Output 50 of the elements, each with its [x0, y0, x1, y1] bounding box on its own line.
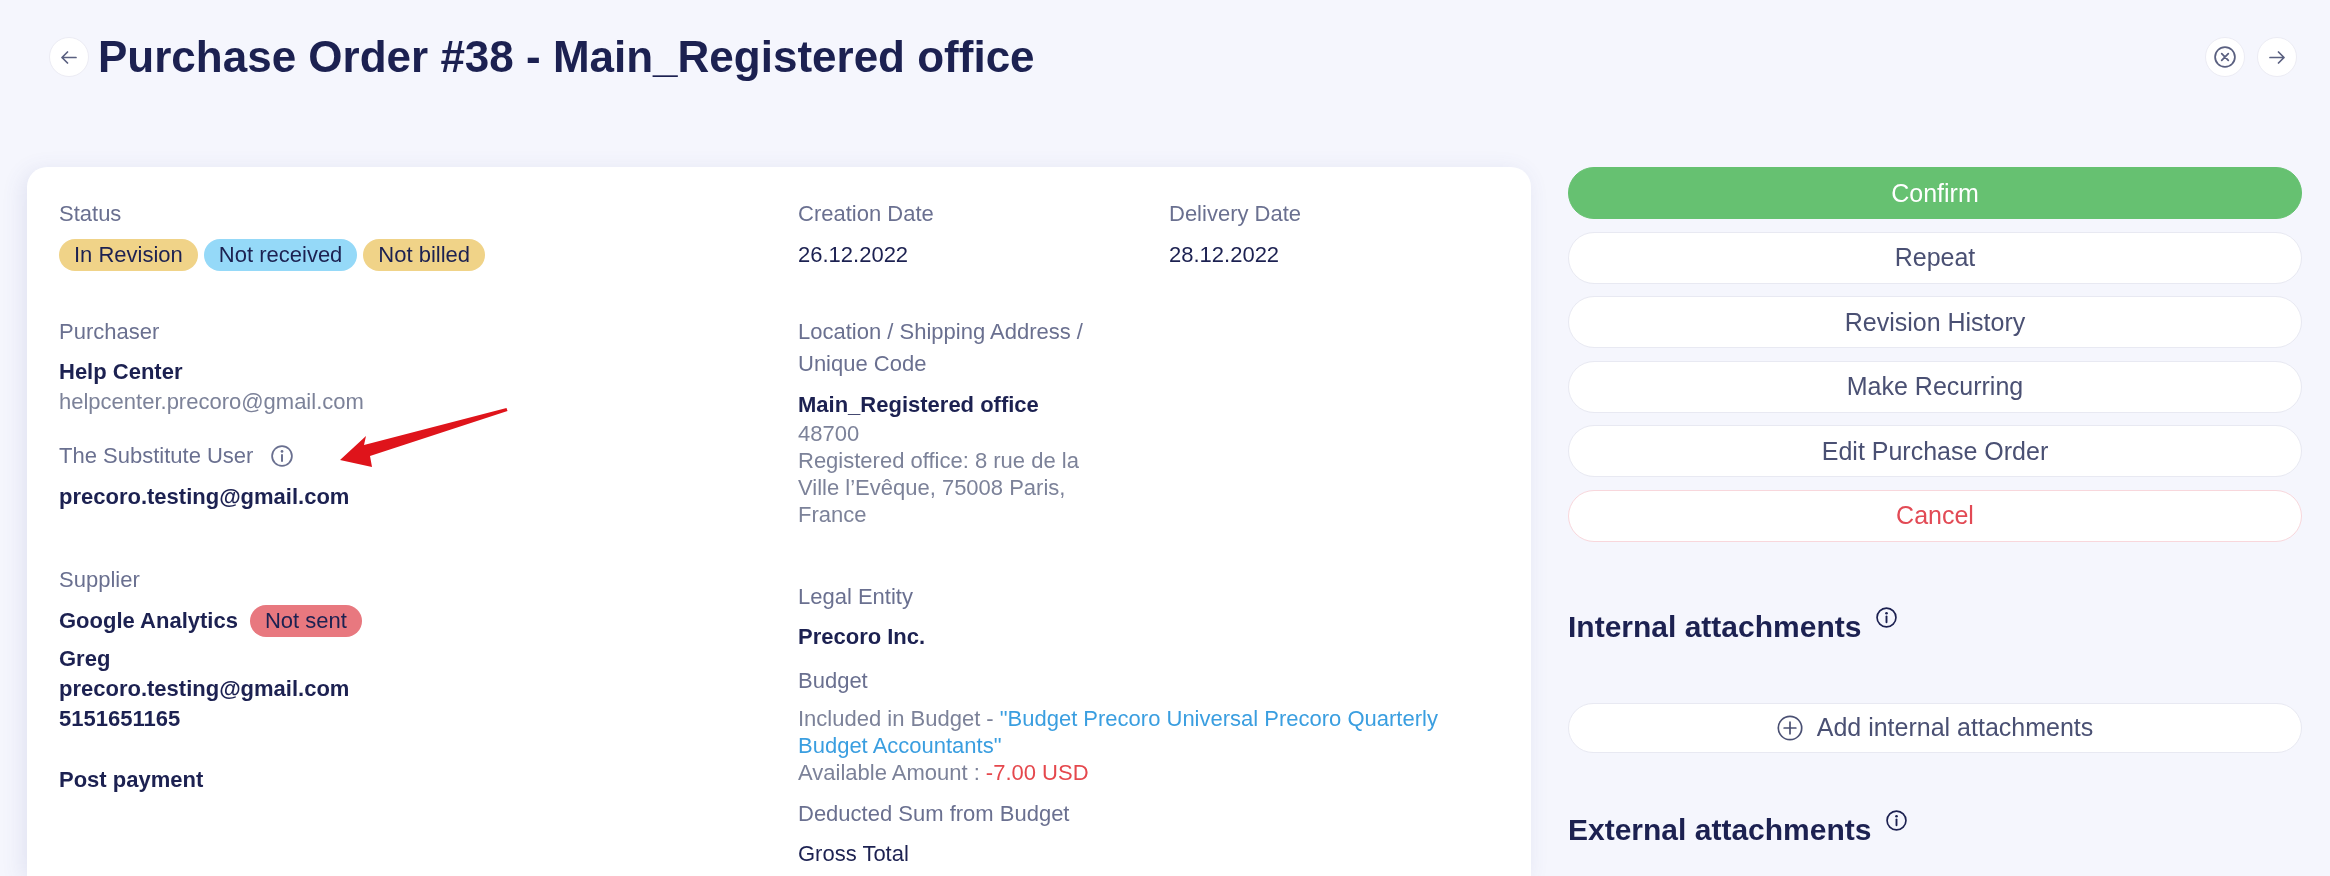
purchaser-label: Purchaser [59, 318, 161, 346]
action-button[interactable]: Edit Purchase Order [1568, 425, 2302, 478]
plus-icon [1776, 714, 1803, 741]
creation-date-value: 26.12.2022 [798, 241, 910, 269]
available-amount-label: Available Amount : [798, 759, 980, 786]
delivery-date-value: 28.12.2022 [1169, 241, 1281, 269]
location-name: Main_Registered office [798, 391, 1040, 419]
back-button[interactable] [49, 37, 89, 77]
deducted-sum-label: Deducted Sum from Budget [798, 800, 1071, 828]
delivery-date-label: Delivery Date [1169, 200, 1303, 228]
info-icon[interactable] [1886, 809, 1908, 831]
arrow-right-icon [2269, 50, 2285, 64]
arrow-left-icon [61, 50, 77, 64]
add-attachment-button[interactable]: Add internal attachments [1568, 702, 2302, 753]
close-button[interactable] [2205, 37, 2245, 77]
supplier-phone: 5151651165 [59, 705, 182, 733]
creation-date-label: Creation Date [798, 200, 935, 228]
action-button[interactable]: Cancel [1568, 489, 2302, 542]
attachments-heading: External attachments [1568, 811, 1872, 848]
substitute-user-label: The Substitute User [59, 442, 254, 470]
action-button[interactable]: Revision History [1568, 296, 2302, 349]
forward-button[interactable] [2257, 37, 2297, 77]
budget-inclusion-text: Included in Budget - [798, 705, 994, 732]
status-label: Status [59, 200, 123, 228]
action-button[interactable]: Repeat [1568, 231, 2302, 284]
legal-entity-name: Precoro Inc. [798, 623, 927, 651]
substitute-user-email: precoro.testing@gmail.com [59, 483, 351, 511]
location-code: 48700 [798, 420, 861, 447]
supplier-status-badge: Not sent [249, 605, 362, 637]
page-title: Purchase Order #38 - Main_Registered office [98, 31, 1035, 83]
status-badge: In Revision [59, 239, 198, 271]
purchaser-email: helpcenter.precoro@gmail.com [59, 388, 365, 416]
attachments-heading: Internal attachments [1568, 608, 1862, 645]
status-badge: Not received [203, 239, 358, 271]
action-button[interactable]: Make Recurring [1568, 360, 2302, 413]
deducted-sum-value: Gross Total [798, 840, 910, 868]
supplier-contact-name: Greg [59, 645, 112, 673]
location-address: Registered office: 8 rue de la Ville l’Evêque, 75008 Paris, France [798, 447, 1080, 528]
purchaser-name: Help Center [59, 358, 184, 386]
supplier-label: Supplier [59, 566, 141, 594]
available-amount-value: -7.00 USD [985, 759, 1089, 786]
legal-entity-label: Legal Entity [798, 583, 914, 611]
close-icon [2214, 46, 2236, 68]
location-label: Location / Shipping Address / Unique Code [798, 318, 1084, 378]
supplier-email: precoro.testing@gmail.com [59, 675, 351, 703]
supplier-name: Google Analytics [59, 607, 238, 635]
info-icon[interactable] [1876, 606, 1898, 628]
status-badge: Not billed [363, 239, 486, 271]
payment-terms: Post payment [59, 766, 205, 794]
budget-label: Budget [798, 667, 869, 695]
